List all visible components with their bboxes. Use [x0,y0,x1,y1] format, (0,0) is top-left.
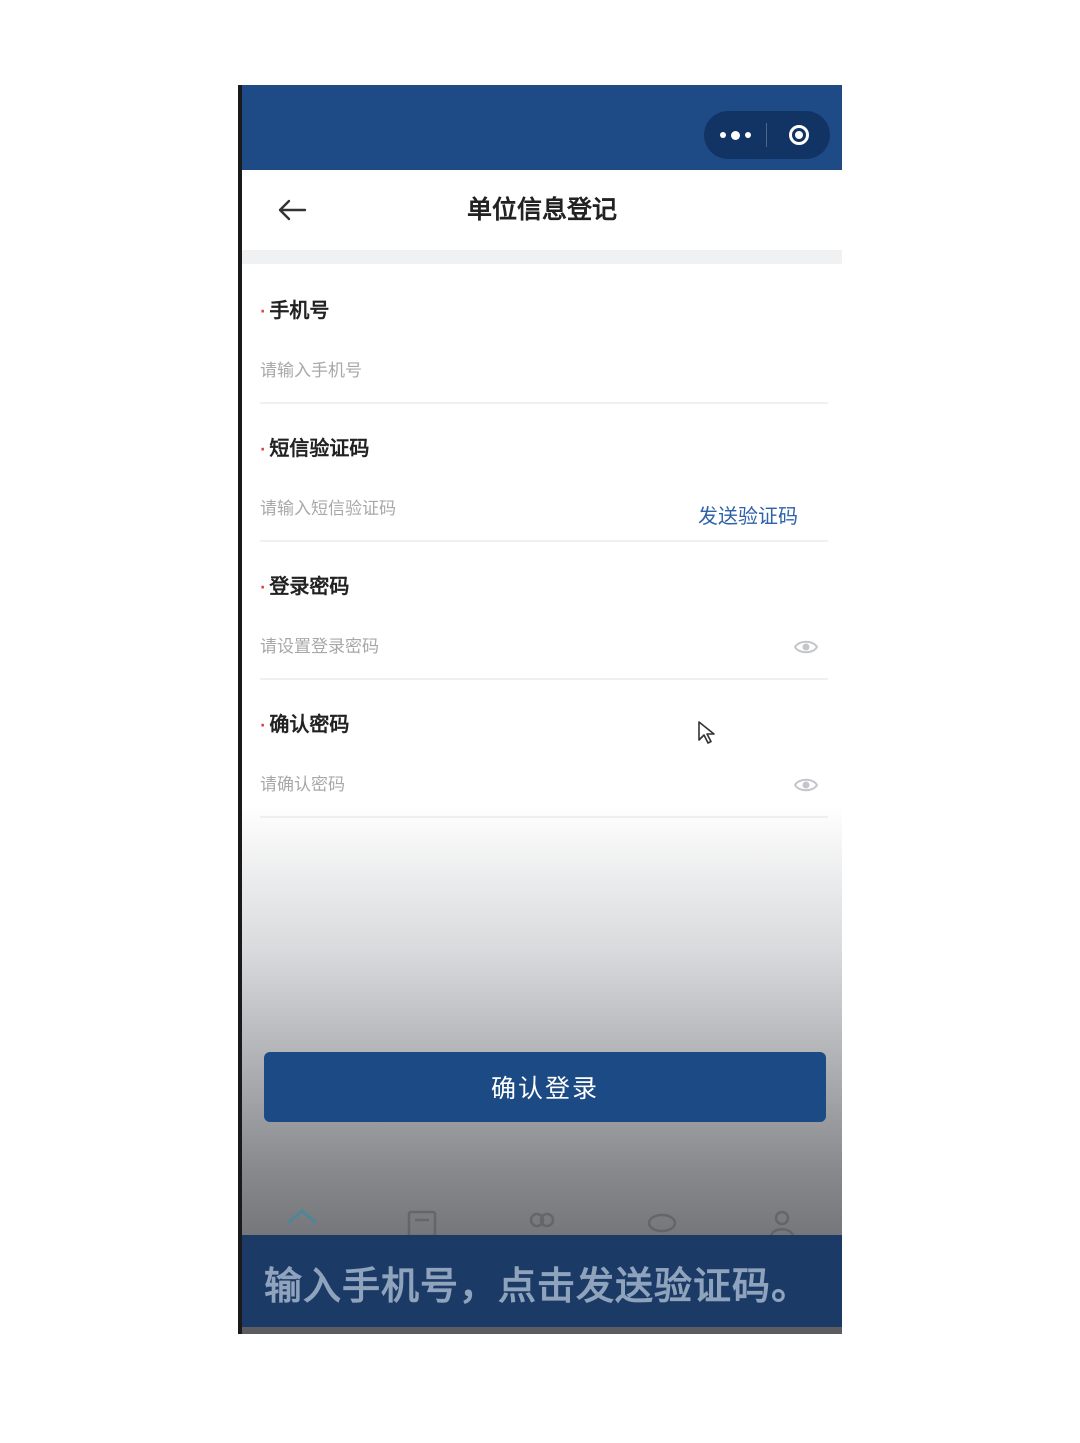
confirm-password-input[interactable] [260,770,680,800]
top-status-bar [242,85,842,170]
mini-program-capsule [704,111,830,159]
eye-icon[interactable] [794,638,818,656]
sms-code-field: ·短信验证码 发送验证码 [260,402,828,542]
required-mark: · [260,303,266,320]
phone-label: · 手机号 [260,298,330,322]
navigation-bar: 单位信息登记 [242,170,842,250]
password-label: · 登录密码 [260,574,350,598]
sms-code-label: · 短信验证码 [260,436,370,460]
password-field: · 登录密码 [260,540,828,680]
mouse-cursor-icon [698,721,715,744]
send-code-button[interactable]: 发送验证码 [698,500,798,529]
target-icon[interactable] [767,111,830,159]
password-input[interactable] [260,632,680,662]
video-caption-bar: 输入手机号，点击发送验证码。 [242,1235,842,1327]
phone-input[interactable] [260,356,680,386]
back-arrow-icon[interactable] [272,190,312,230]
required-mark: · [260,579,266,596]
phone-field: · 手机号 [260,264,828,404]
confirm-password-label: · 确认密码 [260,712,350,736]
section-divider [242,250,842,264]
required-mark: · [260,717,266,734]
confirm-login-button[interactable]: 确认登录 [264,1052,826,1122]
page-title: 单位信息登记 [466,195,617,224]
eye-icon[interactable] [794,776,818,794]
sms-code-input[interactable] [260,494,680,524]
confirm-password-field: · 确认密码 [260,678,828,818]
required-mark: · [260,441,266,458]
more-icon[interactable] [704,111,766,159]
caption-text: 输入手机号，点击发送验证码。 [264,1264,811,1308]
phone-screen: 单位信息登记 ·手机号 ·短信验证码 发送验证码 ·登录密码 [238,85,842,1334]
